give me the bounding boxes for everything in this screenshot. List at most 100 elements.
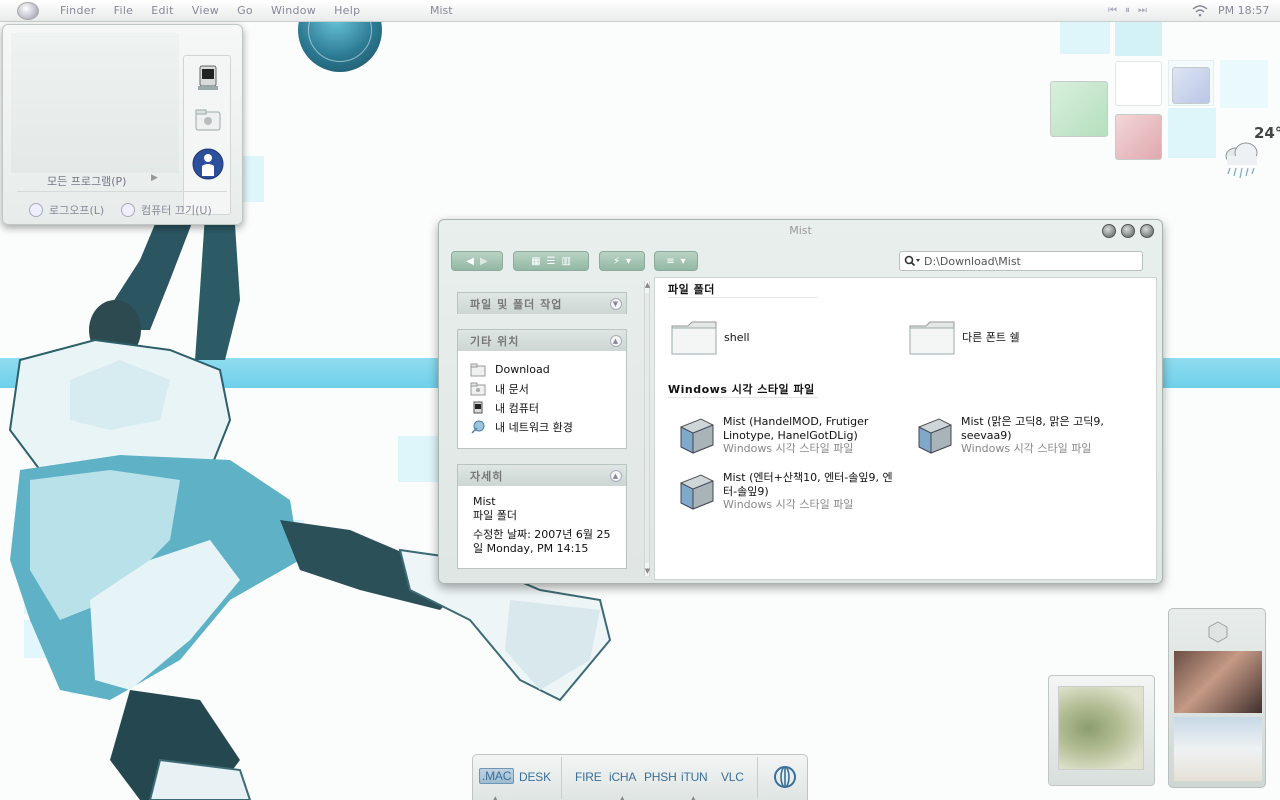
place-download[interactable]: Download (458, 360, 626, 379)
menu-view[interactable]: View (192, 4, 219, 17)
view-mode-buttons[interactable]: ▦ ☰ ▥ (513, 251, 589, 271)
folder-other-font-shell[interactable]: 다른 폰트 쉘 (908, 318, 1020, 356)
documents-folder-icon[interactable] (192, 104, 224, 136)
theme-file-icon (918, 418, 952, 454)
photo-frame-widget[interactable] (1048, 675, 1155, 786)
file-text: Mist (HandelMOD, Frutiger Linotype, Hane… (723, 415, 893, 457)
list-icon: ≡ (666, 255, 675, 267)
file-name: Mist (엔터+산책10, 엔터-솔잎9, 엔터-솔잎9) (723, 471, 893, 498)
folder-label: 다른 폰트 쉘 (962, 331, 1020, 344)
shutdown-label: 컴퓨터 끄기(U) (141, 204, 212, 217)
icon-view-icon[interactable]: ▦ (531, 256, 540, 267)
file-folder-tasks-header[interactable]: 파일 및 폴더 작업 ▼ (458, 293, 626, 314)
arrange-menu-button[interactable]: ≡ ▾ (654, 251, 698, 271)
address-path[interactable]: D:\Download\Mist (924, 255, 1021, 268)
dock-separator (561, 757, 562, 799)
dock-separator (757, 757, 758, 799)
file-mist-handelmod[interactable]: Mist (HandelMOD, Frutiger Linotype, Hane… (675, 415, 893, 457)
menu-finder[interactable]: Finder (60, 4, 96, 17)
menu-go[interactable]: Go (237, 4, 253, 17)
all-programs-button[interactable]: 모든 프로그램(P) (47, 173, 126, 189)
widget-tile-red[interactable] (1115, 114, 1162, 160)
rain-cloud-icon[interactable] (1222, 140, 1262, 184)
close-button[interactable] (1140, 224, 1154, 238)
dock-item-desk[interactable]: DESK (519, 770, 551, 784)
widget-tile-white[interactable] (1115, 61, 1162, 106)
previous-track-icon[interactable]: ⏮ (1108, 5, 1117, 16)
dock-item-vlc[interactable]: VLC (721, 770, 744, 784)
place-network[interactable]: 내 네트워크 환경 (458, 417, 626, 436)
maximize-button[interactable] (1121, 224, 1135, 238)
folder-icon (671, 321, 717, 355)
dock-item-icha[interactable]: iCHA (609, 770, 636, 784)
folder-shell[interactable]: shell (670, 318, 750, 356)
details-header[interactable]: 자세히 ▲ (458, 465, 626, 486)
detail-type: 파일 폴더 (473, 508, 517, 522)
details-content: Mist 파일 폴더 수정한 날짜: 2007년 6월 25일 Monday, … (458, 486, 626, 555)
apple-menu-icon[interactable] (17, 1, 39, 20)
file-mist-enter[interactable]: Mist (엔터+산책10, 엔터-솔잎9, 엔터-솔잎9) Windows 시… (675, 471, 893, 513)
dock-item-itun[interactable]: iTUN (681, 770, 708, 784)
widget-tile-blue[interactable] (1172, 67, 1210, 104)
menu-bar: Finder File Edit View Go Window Help Mis… (0, 0, 1280, 22)
menu-clock[interactable]: PM 18:57 (1218, 4, 1269, 17)
network-icon (471, 420, 485, 434)
column-view-icon[interactable]: ▥ (561, 256, 570, 267)
menu-file[interactable]: File (114, 4, 134, 17)
task-pane-scrollbar[interactable]: ▲ ▼ (644, 281, 650, 576)
file-text: Mist (엔터+산책10, 엔터-솔잎9, 엔터-솔잎9) Windows 시… (723, 471, 893, 513)
user-icon[interactable] (192, 148, 224, 180)
globe-icon[interactable] (773, 765, 797, 789)
dock: .MAC DESK FIRE iCHA PHSH iTUN VLC ▲ ▲ ▲ (472, 754, 808, 800)
file-text: Mist (맑은 고딕8, 맑은 고딕9, seevaa9) Windows 시… (961, 415, 1131, 457)
window-title[interactable]: Mist (439, 224, 1162, 237)
chevron-up-icon[interactable]: ▲ (610, 469, 622, 482)
menu-help[interactable]: Help (334, 4, 360, 17)
chevron-up-icon[interactable]: ▲ (610, 334, 622, 347)
wifi-icon[interactable] (1192, 5, 1208, 17)
shutdown-button[interactable]: 컴퓨터 끄기(U) (121, 202, 212, 218)
back-arrow-icon[interactable]: ◀ (466, 256, 474, 267)
file-mist-malgun[interactable]: Mist (맑은 고딕8, 맑은 고딕9, seevaa9) Windows 시… (913, 415, 1131, 457)
group-divider (668, 397, 818, 398)
next-track-icon[interactable]: ⏭ (1138, 5, 1147, 16)
action-menu-button[interactable]: ⚡ ▾ (599, 251, 645, 271)
details-panel: 자세히 ▲ Mist 파일 폴더 수정한 날짜: 2007년 6월 25일 Mo… (457, 464, 627, 569)
search-icon (904, 255, 920, 267)
computer-icon (473, 401, 483, 413)
scroll-down-icon[interactable]: ▼ (643, 567, 652, 576)
file-folder-tasks-panel: 파일 및 폴더 작업 ▼ (457, 292, 627, 314)
other-places-header[interactable]: 기타 위치 ▲ (458, 330, 626, 351)
beach-photo (1174, 717, 1262, 781)
photo-strip-widget[interactable] (1168, 608, 1266, 788)
file-name: Mist (맑은 고딕8, 맑은 고딕9, seevaa9) (961, 415, 1104, 442)
minimize-button[interactable] (1102, 224, 1116, 238)
scroll-up-icon[interactable]: ▲ (643, 281, 652, 290)
file-type: Windows 시각 스타일 파일 (961, 442, 1092, 455)
list-view-icon[interactable]: ☰ (547, 256, 556, 267)
back-forward-buttons[interactable]: ◀ ▶ (451, 251, 503, 271)
running-indicator-icon: ▲ (691, 795, 696, 800)
dock-item-fire[interactable]: FIRE (575, 770, 602, 784)
place-my-documents[interactable]: 내 문서 (458, 379, 626, 398)
pause-icon[interactable]: ⏸ (1125, 5, 1130, 16)
dock-item-phsh[interactable]: PHSH (644, 770, 677, 784)
computer-icon[interactable] (192, 62, 224, 94)
scroll-thumb[interactable] (645, 293, 649, 563)
place-label: 내 네트워크 환경 (495, 420, 573, 434)
widget-tile-green[interactable] (1050, 81, 1108, 137)
forward-arrow-icon[interactable]: ▶ (480, 256, 488, 267)
place-label: 내 문서 (495, 382, 529, 396)
menu-window[interactable]: Window (271, 4, 316, 17)
place-my-computer[interactable]: 내 컴퓨터 (458, 398, 626, 417)
file-name: Mist (HandelMOD, Frutiger Linotype, Hane… (723, 415, 869, 442)
address-bar[interactable]: D:\Download\Mist (899, 251, 1143, 271)
folder-icon (909, 321, 955, 355)
logoff-button[interactable]: 로그오프(L) (29, 202, 104, 218)
portrait-photo (1174, 651, 1262, 713)
menu-edit[interactable]: Edit (151, 4, 174, 17)
group-header-styles: Windows 시각 스타일 파일 (668, 383, 815, 396)
dock-item-mac[interactable]: .MAC (479, 768, 515, 784)
chevron-down-icon[interactable]: ▼ (610, 297, 622, 310)
menu-items: Finder File Edit View Go Window Help (60, 4, 378, 17)
